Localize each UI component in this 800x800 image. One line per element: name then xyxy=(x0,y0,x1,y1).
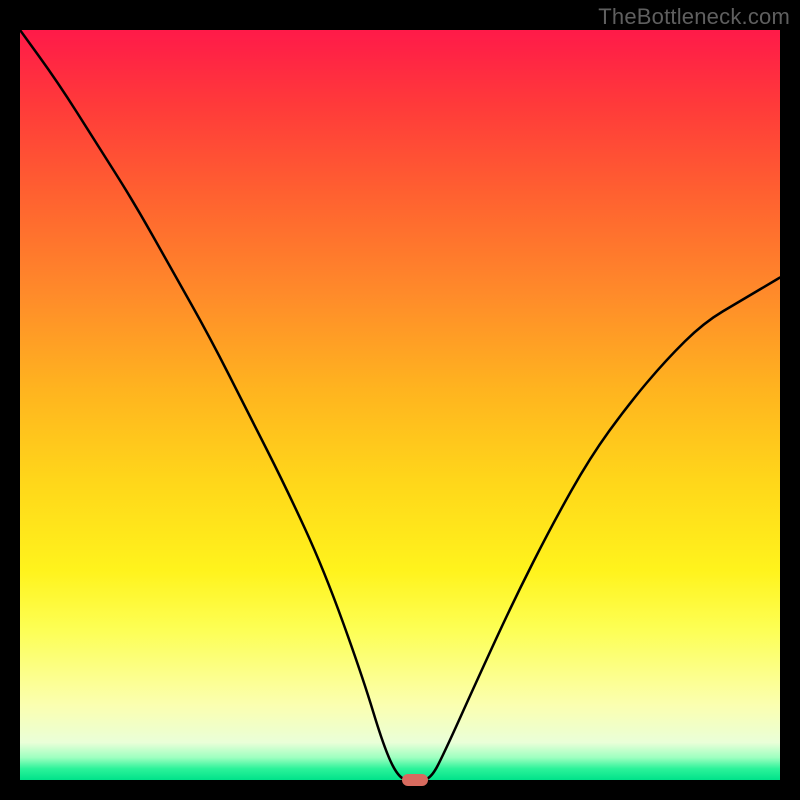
optimal-marker xyxy=(402,774,428,786)
curve-svg xyxy=(20,30,780,780)
bottleneck-curve xyxy=(20,30,780,780)
plot-area xyxy=(20,30,780,780)
attribution-text: TheBottleneck.com xyxy=(598,4,790,30)
chart-frame: TheBottleneck.com xyxy=(0,0,800,800)
